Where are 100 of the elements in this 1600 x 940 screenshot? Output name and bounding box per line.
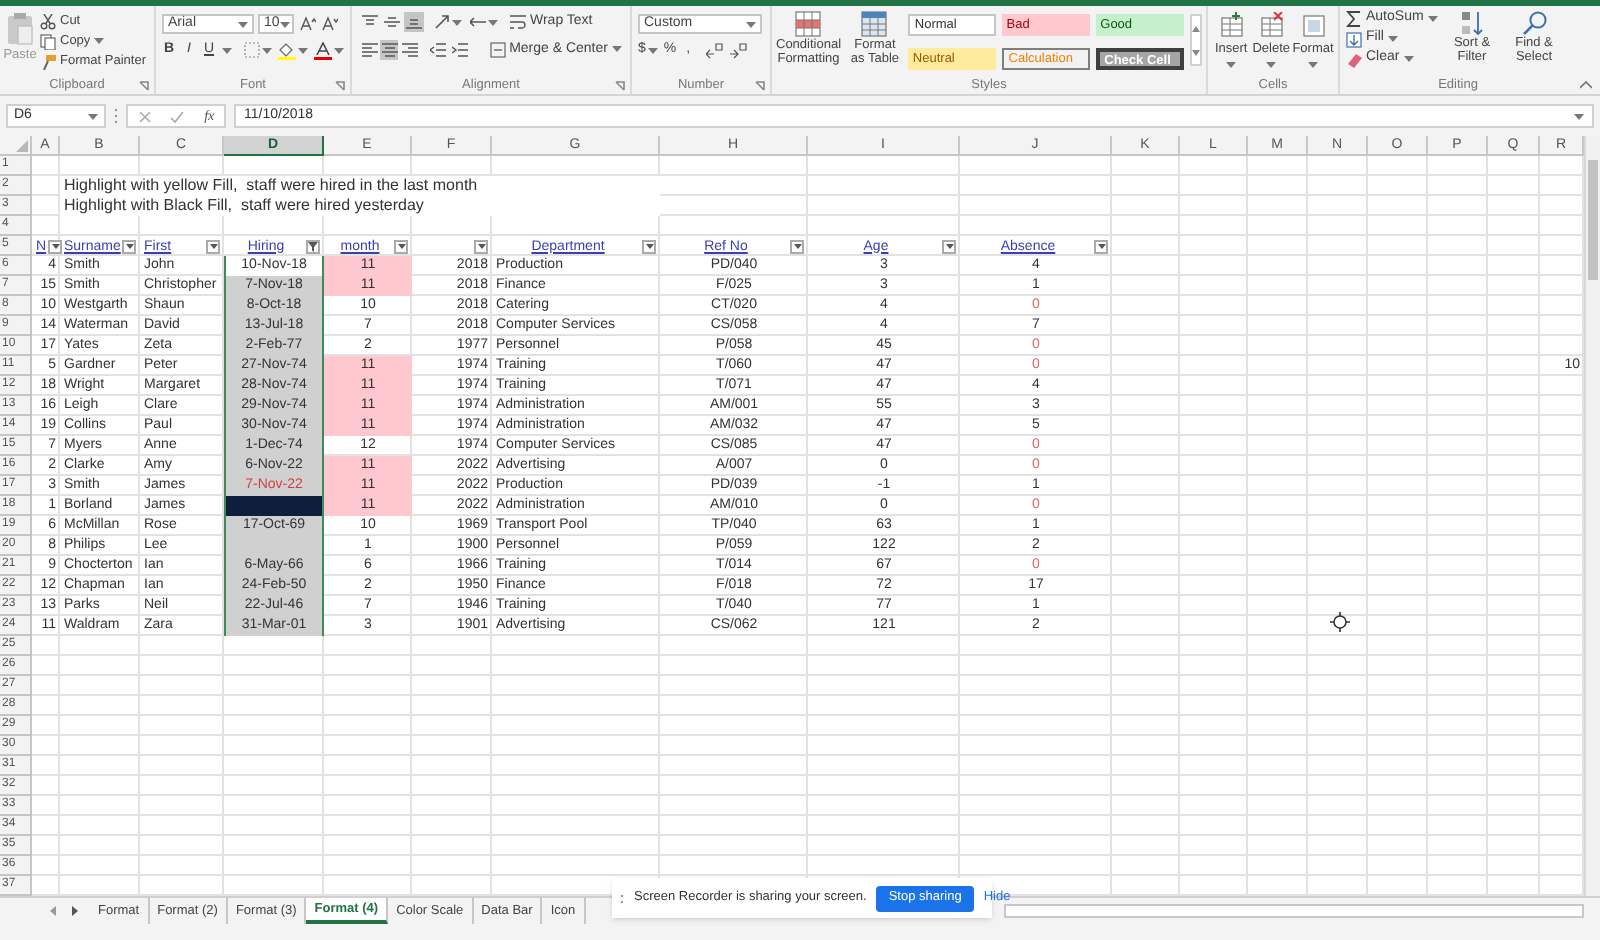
- align-lines-icon: [384, 14, 400, 31]
- copy-icon: [40, 33, 56, 49]
- text-direction-icon: [470, 14, 486, 31]
- dropdown-arrow-icon: [397, 243, 405, 249]
- caret-icon: [1427, 16, 1438, 22]
- indent-icon: [451, 41, 468, 58]
- caret-icon: [452, 19, 462, 26]
- dropdown-arrow-icon: [125, 243, 134, 249]
- caret-icon: [611, 46, 622, 53]
- caret-icon: [647, 47, 658, 54]
- gallery-scroll[interactable]: [1190, 14, 1202, 66]
- vertical-scrollbar[interactable]: [1584, 136, 1600, 896]
- indent-icon: [429, 41, 446, 58]
- filter-button[interactable]: [394, 239, 408, 253]
- filter-button[interactable]: [206, 239, 220, 253]
- borders-button[interactable]: [244, 42, 272, 59]
- caret-icon: [238, 21, 248, 27]
- search-icon: [1521, 10, 1547, 36]
- previous-sheet-button[interactable]: [50, 906, 56, 916]
- vertical-align-button[interactable]: [382, 12, 402, 33]
- select-all-icon: [16, 140, 28, 152]
- note-text: Highlight with Black Fill, staff were hired yesterday: [60, 196, 660, 216]
- delete-cells-icon: [1259, 12, 1284, 38]
- dropdown-arrow-icon: [945, 243, 953, 249]
- caret-icon: [279, 21, 290, 27]
- caret-icon: [1308, 61, 1318, 68]
- horizontal-align-button[interactable]: [380, 39, 399, 60]
- font-shrink-icon: [321, 16, 337, 32]
- filter-button[interactable]: [790, 239, 804, 253]
- horizontal-align-button[interactable]: [360, 39, 379, 60]
- caret-icon: [1226, 61, 1237, 68]
- align-lines-icon: [381, 41, 398, 58]
- filter-button[interactable]: [942, 239, 956, 253]
- paint-bucket-icon: [278, 41, 296, 60]
- caret-icon: [746, 21, 756, 27]
- caret-icon: [94, 38, 105, 44]
- shrink-font-button[interactable]: [320, 15, 338, 33]
- caret-icon: [488, 19, 498, 26]
- sigma-icon: [1346, 10, 1362, 28]
- align-lines-icon: [361, 41, 378, 58]
- dropdown-arrow-icon: [645, 243, 653, 249]
- caret-icon: [1266, 61, 1277, 68]
- border-grid-icon: [244, 42, 260, 59]
- down-arrow-icon: [1192, 49, 1200, 55]
- caret-icon: [1403, 56, 1414, 62]
- font-grow-icon: [299, 16, 315, 32]
- dropdown-arrow-icon: [793, 243, 801, 249]
- note-text: Highlight with yellow Fill, staff were hired in the last month: [60, 176, 660, 196]
- funnel-icon: [308, 241, 318, 251]
- dialog-launcher-icon: [138, 80, 150, 92]
- orientation-button[interactable]: [434, 14, 462, 31]
- collapse-ribbon-button[interactable]: [1580, 80, 1592, 90]
- left-arrow-icon: [50, 906, 56, 916]
- scissors-icon: [40, 13, 56, 29]
- fill-color-button[interactable]: [278, 41, 308, 60]
- direction-button[interactable]: [470, 14, 498, 31]
- font-color-button[interactable]: [314, 41, 344, 60]
- filter-button[interactable]: [1094, 239, 1108, 253]
- caret-icon: [334, 47, 344, 54]
- chevron-up-icon: [1580, 80, 1592, 90]
- horizontal-align-button[interactable]: [400, 39, 420, 60]
- horizontal-scrollbar[interactable]: [1004, 904, 1584, 918]
- paintbrush-icon: [40, 53, 56, 69]
- dropdown-arrow-icon: [209, 243, 217, 249]
- sort-arrows-icon: [1459, 10, 1485, 36]
- align-lines-icon: [401, 41, 418, 58]
- next-sheet-button[interactable]: [72, 906, 78, 916]
- grow-font-button[interactable]: [298, 15, 316, 33]
- align-lines-icon: [406, 14, 422, 31]
- dropdown-arrow-icon: [477, 243, 485, 249]
- dialog-launcher-icon: [334, 80, 346, 92]
- fill-down-icon: [1346, 31, 1362, 47]
- checkmark-icon: [170, 109, 185, 123]
- filter-button[interactable]: [474, 239, 488, 253]
- format-cells-icon: [1301, 12, 1325, 38]
- wrap-text-icon: [510, 14, 526, 31]
- vertical-align-button[interactable]: [404, 12, 424, 33]
- decrease-indent-button[interactable]: [429, 41, 446, 58]
- insert-cells-icon: [1219, 12, 1244, 38]
- up-arrow-icon: [1192, 25, 1200, 31]
- filter-button[interactable]: [122, 239, 137, 253]
- increase-indent-button[interactable]: [451, 41, 468, 58]
- clipboard-icon: [6, 12, 34, 46]
- right-arrow-icon: [72, 906, 78, 916]
- caret-icon: [88, 113, 98, 119]
- font-color-icon: [314, 41, 332, 60]
- angled-text-icon: [434, 14, 450, 31]
- caret-icon: [1574, 113, 1584, 119]
- decimal-icon: [706, 41, 725, 60]
- align-lines-icon: [362, 14, 378, 31]
- filter-button[interactable]: [48, 239, 63, 253]
- caret-icon: [262, 47, 272, 54]
- close-icon: [137, 109, 152, 123]
- filter-button[interactable]: [642, 239, 656, 253]
- caret-icon: [298, 47, 308, 54]
- table-style-icon: [860, 10, 889, 38]
- increase-decimal-button[interactable]: [706, 41, 725, 60]
- filter-button[interactable]: [306, 239, 320, 253]
- decrease-decimal-button[interactable]: [730, 41, 749, 60]
- eraser-icon: [1346, 51, 1362, 67]
